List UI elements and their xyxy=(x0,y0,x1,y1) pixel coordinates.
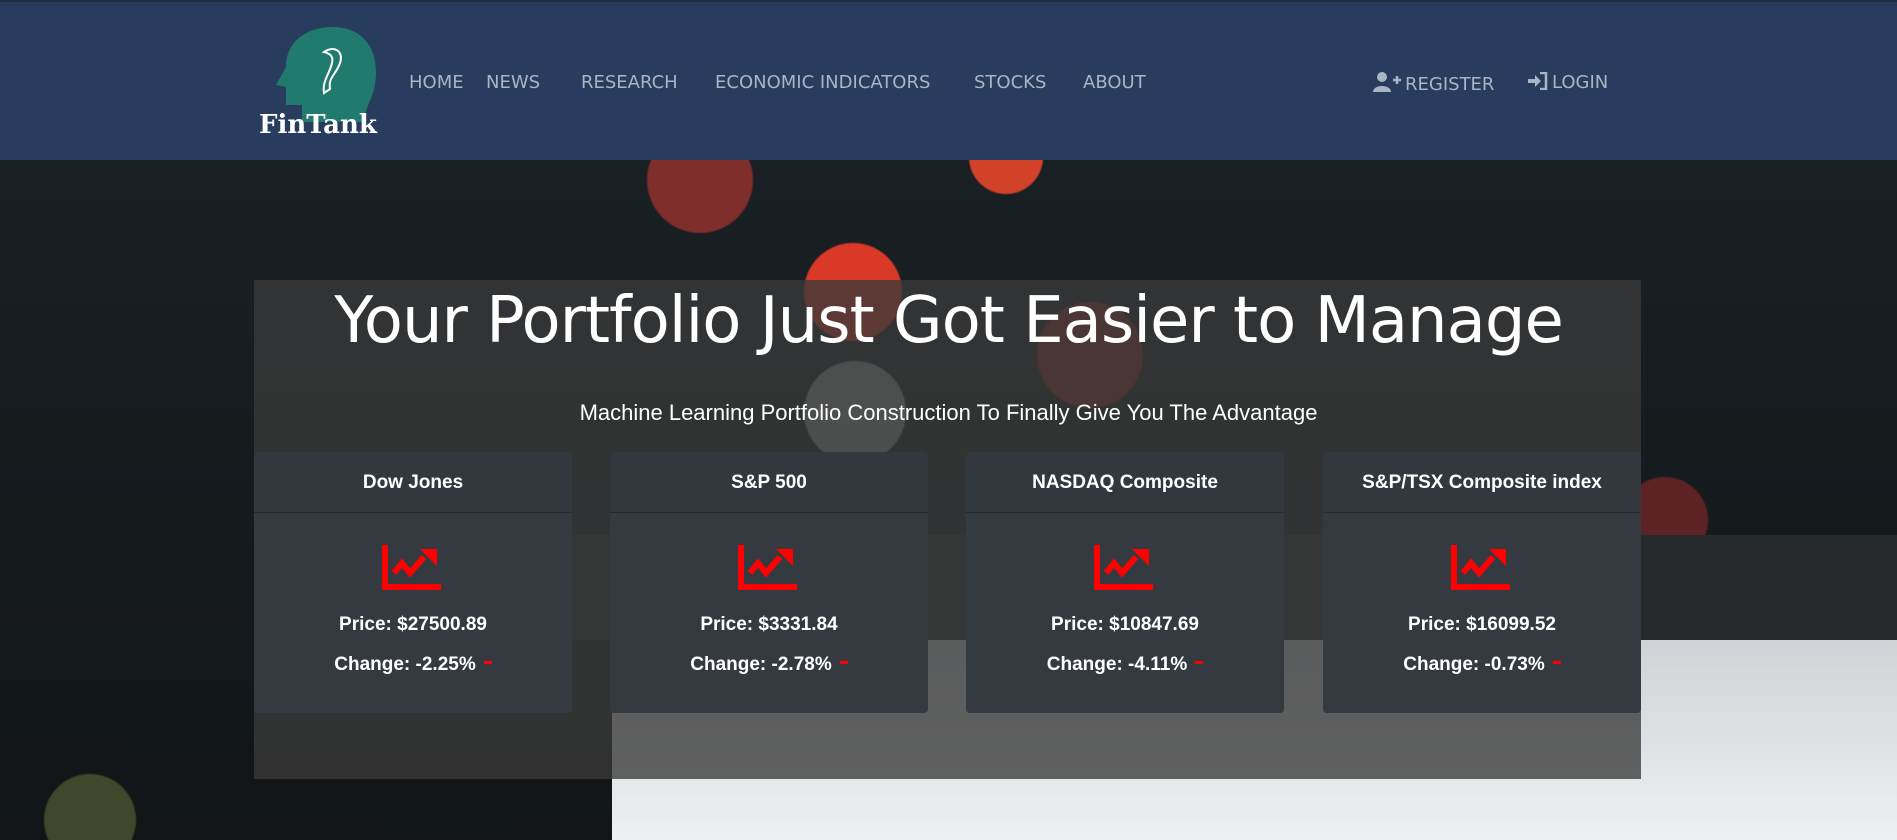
index-change: Change: -2.78% xyxy=(610,654,928,676)
chart-line-icon xyxy=(382,545,441,590)
index-change: Change: -4.11% xyxy=(966,654,1284,676)
index-price: Price: $10847.69 xyxy=(1051,614,1199,635)
nav-research[interactable]: RESEARCH xyxy=(581,72,678,93)
index-change: Change: -2.25% xyxy=(254,654,572,676)
index-name: NASDAQ Composite xyxy=(966,452,1284,513)
index-price: Price: $16099.52 xyxy=(1408,614,1556,635)
hero-subtitle: Machine Learning Portfolio Construction … xyxy=(579,400,1318,425)
login-label: LOGIN xyxy=(1552,72,1609,93)
index-change-value: Change: -0.73% xyxy=(1403,654,1545,675)
index-name: S&P/TSX Composite index xyxy=(1323,452,1641,513)
chart-line-icon xyxy=(1451,545,1510,590)
negative-indicator xyxy=(839,661,848,664)
nav-economic-indicators[interactable]: ECONOMIC INDICATORS xyxy=(715,72,930,93)
index-change-value: Change: -4.11% xyxy=(1046,654,1188,675)
login-link[interactable]: LOGIN xyxy=(1528,71,1609,93)
index-change: Change: -0.73% xyxy=(1323,654,1641,676)
index-change-value: Change: -2.25% xyxy=(334,654,476,675)
negative-indicator xyxy=(483,661,492,664)
nav-news[interactable]: NEWS xyxy=(486,72,540,93)
index-card: S&P/TSX Composite index Price: $16099.52… xyxy=(1323,452,1641,713)
navbar: FinTank HOME NEWS RESEARCH ECONOMIC INDI… xyxy=(0,0,1897,160)
nav-about[interactable]: ABOUT xyxy=(1083,72,1146,93)
index-price: Price: $27500.89 xyxy=(339,614,487,635)
index-name: S&P 500 xyxy=(610,452,928,513)
index-name: Dow Jones xyxy=(254,452,572,513)
index-change-value: Change: -2.78% xyxy=(690,654,832,675)
chart-line-icon xyxy=(1094,545,1153,590)
nav-stocks[interactable]: STOCKS xyxy=(974,72,1046,93)
register-label: REGISTER xyxy=(1405,74,1495,95)
negative-indicator xyxy=(1195,661,1204,664)
chart-line-icon xyxy=(738,545,797,590)
sign-in-icon xyxy=(1528,71,1548,91)
index-card: NASDAQ Composite Price: $10847.69 Change… xyxy=(966,452,1284,713)
negative-indicator xyxy=(1552,661,1561,664)
user-plus-icon xyxy=(1373,72,1401,92)
index-card: S&P 500 Price: $3331.84 Change: -2.78% xyxy=(610,452,928,713)
nav-home[interactable]: HOME xyxy=(409,72,464,93)
index-price: Price: $3331.84 xyxy=(700,614,838,635)
index-card: Dow Jones Price: $27500.89 Change: -2.25… xyxy=(254,452,572,713)
hero-title: Your Portfolio Just Got Easier to Manage xyxy=(334,284,1564,358)
brand-name[interactable]: FinTank xyxy=(259,110,377,140)
register-link[interactable]: REGISTER xyxy=(1373,72,1494,95)
